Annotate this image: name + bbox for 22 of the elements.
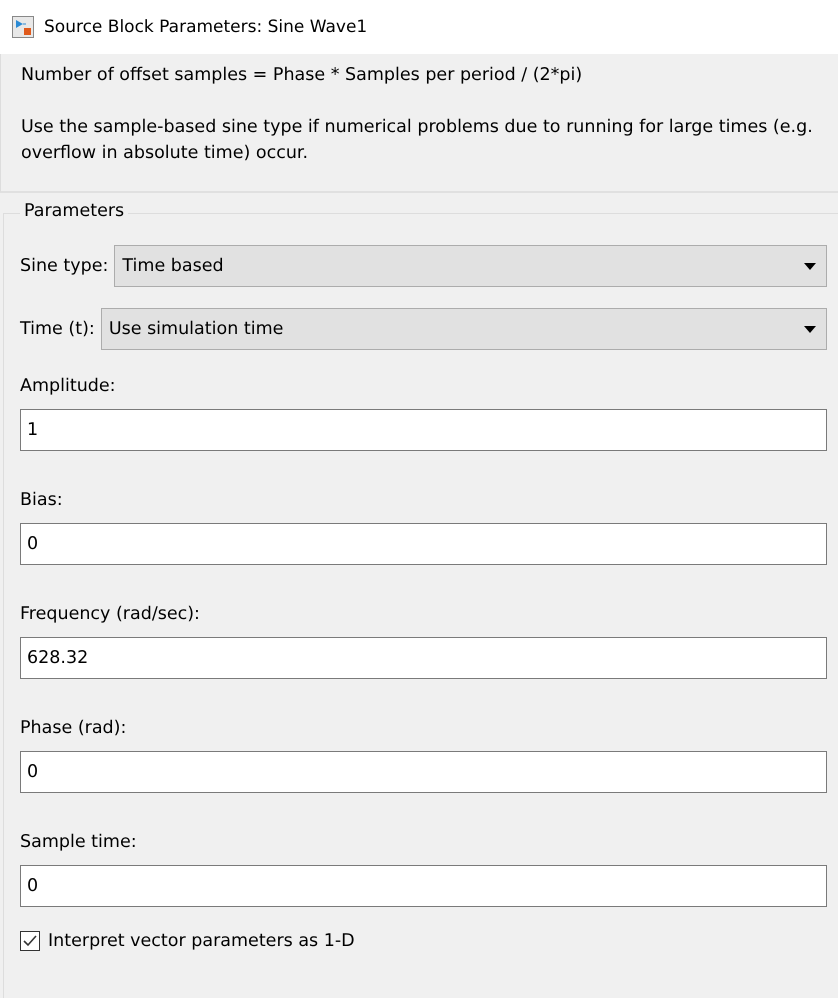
dropdown[interactable]: Time based	[114, 245, 827, 287]
input-field[interactable]: 0	[20, 523, 827, 565]
field-label: Frequency (rad/sec):	[20, 603, 200, 626]
caret-icon	[804, 262, 816, 270]
field-label: Amplitude:	[20, 375, 116, 398]
block-icon	[12, 16, 34, 38]
description-text: Use the sample-based sine type if numerical problems due to running for large times (e.g. overflow in absolute time) occur.	[21, 116, 814, 165]
checkbox[interactable]: Interpret vector parameters as 1-D	[20, 931, 355, 951]
window-title: Source Block Parameters: Sine Wave1	[44, 17, 368, 37]
input-field[interactable]: 0	[20, 865, 827, 907]
input-field[interactable]: 0	[20, 751, 827, 793]
field-label: Sample time:	[20, 831, 137, 854]
input-field[interactable]: 628.32	[20, 637, 827, 679]
field-label: Bias:	[20, 489, 63, 512]
dropdown[interactable]: Use simulation time	[100, 308, 827, 350]
field-label: Sine type:	[20, 256, 108, 276]
field-label: Phase (rad):	[20, 717, 126, 740]
description-text: Number of offset samples = Phase * Samples per period / (2*pi)	[21, 64, 584, 87]
caret-icon	[804, 326, 816, 332]
checkbox-box[interactable]	[20, 931, 40, 951]
field-label: Time (t):	[20, 319, 95, 339]
input-field[interactable]: 1	[20, 409, 827, 451]
